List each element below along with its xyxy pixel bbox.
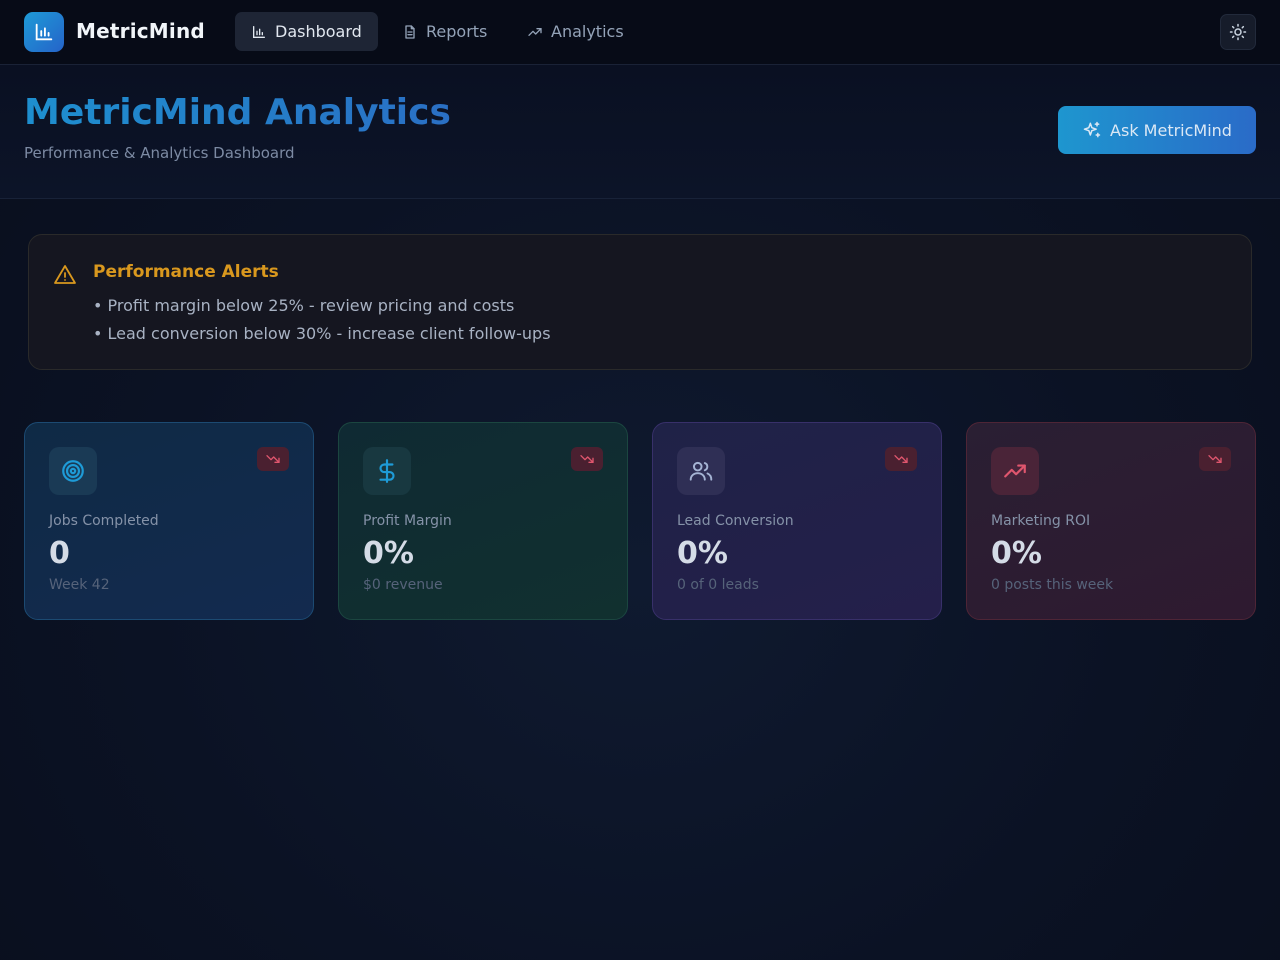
trending-down-icon [1208, 455, 1222, 463]
theme-toggle-button[interactable] [1220, 14, 1256, 50]
ask-button-label: Ask MetricMind [1110, 120, 1232, 140]
trending-up-icon [528, 27, 542, 36]
card-label: Lead Conversion [677, 513, 794, 529]
card-value: 0 [49, 536, 70, 571]
users-icon [689, 461, 713, 481]
top-navigation: MetricMind Dashboard Reports Analytics [0, 0, 1280, 65]
trend-badge [571, 447, 603, 471]
bar-chart-icon [253, 25, 265, 38]
card-subtext: Week 42 [49, 577, 110, 593]
nav-reports-label: Reports [426, 22, 488, 41]
card-value: 0% [991, 536, 1042, 571]
page-title: MetricMind Analytics [24, 92, 451, 133]
nav-analytics-label: Analytics [551, 22, 624, 41]
card-icon-box [991, 447, 1039, 495]
card-subtext: 0 of 0 leads [677, 577, 759, 593]
sparkles-icon [1083, 121, 1101, 138]
trending-down-icon [894, 455, 908, 463]
bar-chart-icon [35, 23, 53, 41]
card-icon-box [363, 447, 411, 495]
nav-analytics[interactable]: Analytics [511, 12, 640, 51]
dollar-icon [379, 459, 395, 483]
card-label: Profit Margin [363, 513, 452, 529]
card-subtext: $0 revenue [363, 577, 443, 593]
card-value: 0% [677, 536, 728, 571]
trend-badge [257, 447, 289, 471]
alert-item: • Profit margin below 25% - review prici… [93, 296, 515, 315]
card-icon-box [677, 447, 725, 495]
sun-icon [1229, 23, 1247, 41]
card-label: Jobs Completed [49, 513, 159, 529]
document-icon [405, 24, 415, 39]
nav-dashboard-label: Dashboard [275, 22, 362, 41]
trend-badge [885, 447, 917, 471]
nav-dashboard[interactable]: Dashboard [235, 12, 378, 51]
ask-metricmind-button[interactable]: Ask MetricMind [1058, 106, 1256, 154]
warning-icon [54, 265, 76, 284]
logo[interactable] [24, 12, 64, 52]
card-subtext: 0 posts this week [991, 577, 1114, 593]
card-icon-box [49, 447, 97, 495]
card-value: 0% [363, 536, 414, 571]
kpi-card-marketing-roi[interactable]: Marketing ROI 0% 0 posts this week [966, 422, 1256, 620]
performance-alerts-panel: Performance Alerts • Profit margin below… [28, 234, 1252, 370]
target-icon [62, 460, 84, 482]
trend-badge [1199, 447, 1231, 471]
kpi-card-profit-margin[interactable]: Profit Margin 0% $0 revenue [338, 422, 628, 620]
page-subtitle: Performance & Analytics Dashboard [24, 144, 295, 162]
card-label: Marketing ROI [991, 513, 1091, 529]
kpi-card-lead-conversion[interactable]: Lead Conversion 0% 0 of 0 leads [652, 422, 942, 620]
trending-down-icon [580, 455, 594, 463]
trending-down-icon [266, 455, 280, 463]
trending-up-icon [1004, 464, 1026, 478]
nav-reports[interactable]: Reports [386, 12, 503, 51]
kpi-card-jobs-completed[interactable]: Jobs Completed 0 Week 42 [24, 422, 314, 620]
alerts-title: Performance Alerts [93, 262, 279, 282]
brand-name[interactable]: MetricMind [76, 19, 205, 43]
alert-item: • Lead conversion below 30% - increase c… [93, 324, 551, 343]
